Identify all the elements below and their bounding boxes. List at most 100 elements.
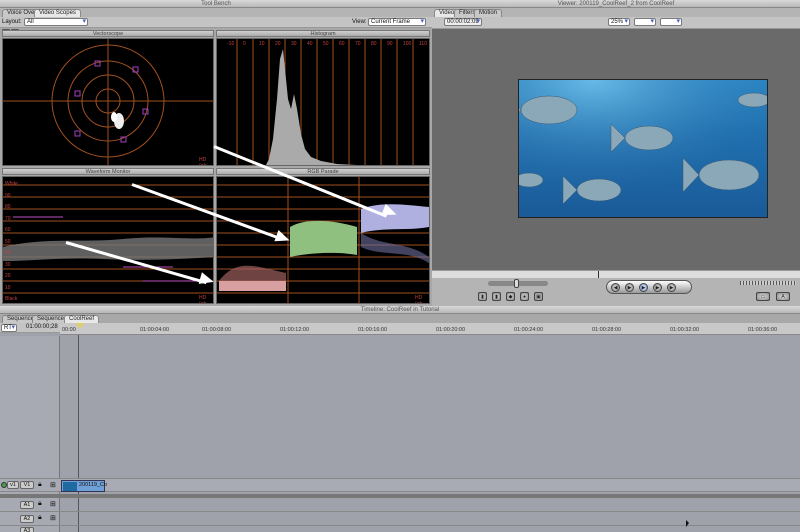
histogram-tick-label: 90 [387,41,393,47]
histogram-graph [236,39,414,165]
lock-track-icon[interactable]: 🔒︎ [38,500,42,508]
prev-edit-icon[interactable]: ◀ [611,283,620,292]
scopes-toolbar: Layout: All View: Current Frame [0,17,432,28]
viewer-tabs: Video Filters Motion [432,8,800,17]
lock-track-icon[interactable]: 🔒︎ [38,481,42,489]
viewer-controls: ◀ ▶ ▶ ▶ ▶ ▮ ▮ ◆ ● ▣ ▭ A [432,278,800,306]
timeline-controls: RT 01:00:00;28 [0,323,60,333]
waveform-hd-label: HD (eb [199,295,207,304]
fish-image [519,80,767,217]
waveform-scale-label: 50 [5,238,11,245]
vectorscope-hd-label: HD (eb [199,157,207,166]
histogram-tick-label: 80 [371,41,377,47]
waveform-scale-label: 20 [5,273,11,279]
auto-select-icon[interactable]: ⊞ [50,514,56,522]
tab-coolreef[interactable]: CoolReef [64,315,100,323]
layout-select[interactable]: All [24,18,88,26]
add-marker-icon[interactable]: ● [520,292,529,301]
add-keyframe-icon[interactable]: ◆ [506,292,515,301]
histogram-tick-label: 30 [291,41,297,47]
video-track-row: v1 V1 🔒︎ ⊞ 200119_Co [0,478,800,492]
waveform-graph [3,184,213,294]
tool-bench-window: Tool Bench Voice Over Video Scopes Layou… [0,0,432,306]
waveform-scale-label: 70 [5,215,11,222]
ruler-tick-label: 01:00:16:00 [358,327,388,333]
histogram-tick-label: 0 [243,41,246,47]
ruler-tick-label: 01:00:24:00 [514,327,544,333]
waveform-scale-label: 10 [5,284,11,291]
play-around-icon[interactable]: ▶ [653,283,662,292]
rgb-parade-graph [217,177,429,303]
tool-bench-title: Tool Bench [0,0,432,8]
mark-in-icon[interactable]: ▮ [478,292,487,301]
vectorscope-display: HD (eb [2,38,214,166]
mouse-cursor-icon [686,520,689,527]
jog-wheel[interactable]: ◀ ▶ ▶ ▶ ▶ [606,280,692,294]
histogram-display: -10 0 10 20 30 40 50 60 70 80 90 100 110 [216,38,430,166]
play-icon[interactable]: ▶ [639,283,648,292]
tab-video-scopes[interactable]: Video Scopes [34,9,81,17]
waveform-scale-label: Black [5,296,18,302]
play-in-out-icon[interactable]: ▶ [625,283,634,292]
view-select[interactable]: Current Frame [368,18,426,26]
vectorscope-title: Vectorscope [2,30,214,37]
viewer-window: Viewer: 200119_CoolReef_2 from CoolReef … [432,0,800,306]
histogram-tick-label: 50 [323,41,329,47]
timeline-tabs: Sequence 1 Sequence 2 CoolReef [0,314,800,323]
dest-track-a3[interactable]: A3 [20,527,34,532]
histogram-tick-label: 110 [419,41,427,47]
match-frame-icon[interactable]: ▣ [534,292,543,301]
ruler-tick-label: 01:00:20:00 [436,327,466,333]
viewer-scrubber[interactable] [432,270,800,279]
waveform-display: White 90 80 70 60 50 40 30 20 10 Black HD (eb [2,176,214,304]
rgb-parade-hd-label: HD (eb [415,295,423,304]
ruler-tick-label: 01:00:32:00 [670,327,700,333]
ruler-tick-label: 01:00:28:00 [592,327,622,333]
source-track-v1[interactable]: v1 [7,481,19,489]
waveform-scale-label: 30 [5,261,11,268]
ruler-tick-label: 00:00 [62,327,76,333]
mark-out-icon[interactable]: ▮ [492,292,501,301]
playhead-triangle[interactable] [76,323,84,329]
histogram-tick-label: 70 [355,41,361,47]
waveform-title: Waveform Monitor [2,168,214,175]
audio-track-row: A3 [0,526,800,532]
clip-name: 200119_Co [79,482,108,488]
clip-thumbnail [63,482,77,491]
waveform-scale-label: 40 [5,250,11,256]
dest-track-a1[interactable]: A1 [20,501,34,509]
audio-meter-strip [740,281,796,285]
ruler-tick-label: 01:00:04:00 [140,327,170,333]
dest-track-a2[interactable]: A2 [20,515,34,523]
layout-label: Layout: [2,19,22,25]
generator-icon[interactable]: A [776,292,790,301]
rgb-parade-title: RGB Parade [216,168,430,175]
viewer-timecode[interactable]: 00:00:02:09 [444,18,482,26]
auto-select-icon[interactable]: ⊞ [50,500,56,508]
histogram-title: Histogram [216,30,430,37]
vectorscope-graph [3,39,213,165]
timeline-title: Timeline: CoolReef in Tutorial [0,306,800,314]
recent-clips-icon[interactable]: ▭ [756,292,770,301]
ruler-tick-label: 01:00:36:00 [748,327,778,333]
lock-track-icon[interactable]: 🔒︎ [38,514,42,522]
next-edit-icon[interactable]: ▶ [667,283,676,292]
ruler-tick-label: 01:00:12:00 [280,327,310,333]
dest-track-v1[interactable]: V1 [20,481,34,489]
histogram-tick-label: 100 [403,41,412,47]
timeline-window: Timeline: CoolReef in Tutorial Sequence … [0,306,800,532]
shuttle-slider[interactable] [488,279,548,288]
track-divider[interactable] [0,494,800,498]
video-clip[interactable]: 200119_Co [61,480,108,492]
zoom-select[interactable]: 25% [608,18,630,26]
rt-menu[interactable]: RT [1,324,17,332]
view-mode-select[interactable] [634,18,656,26]
view-label: View: [352,19,367,25]
auto-select-icon[interactable]: ⊞ [50,481,56,489]
histogram-tick-label: -10 [227,41,235,47]
overlay-select[interactable] [660,18,682,26]
audio-track-row: A2 🔒︎ ⊞ [0,513,800,526]
tab-motion[interactable]: Motion [474,9,503,17]
current-timecode[interactable]: 01:00:00;28 [26,323,58,331]
audio-track-row: A1 🔒︎ ⊞ [0,499,800,512]
